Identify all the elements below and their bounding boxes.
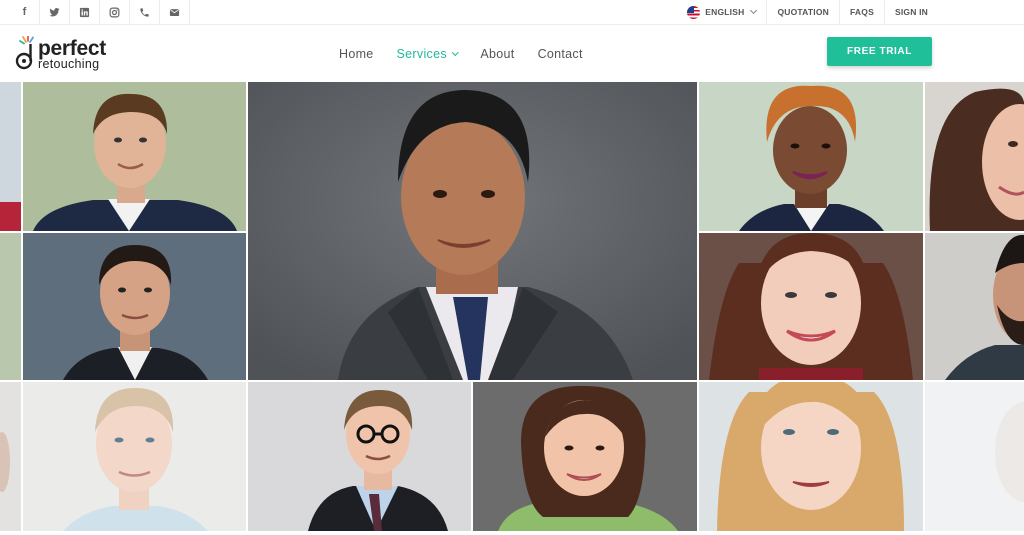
mail-link[interactable] [160,0,190,24]
facebook-link[interactable]: f [10,0,40,24]
nav-about[interactable]: About [480,47,514,61]
logo-wordmark: perfect retouching [38,38,106,71]
linkedin-link[interactable] [70,0,100,24]
chevron-down-icon [750,6,758,15]
linkedin-icon [79,7,90,17]
phone-icon [140,7,149,17]
quotation-link[interactable]: QUOTATION [766,0,839,24]
free-trial-button[interactable]: FREE TRIAL [827,37,932,66]
logo-main-text: perfect [38,36,106,60]
chevron-down-icon [451,48,459,56]
phone-link[interactable] [130,0,160,24]
nav-services-label: Services [396,46,447,61]
facebook-icon: f [22,6,27,18]
featured-portrait-photo [248,82,697,380]
nav-services[interactable]: Services [396,46,459,61]
portrait-gallery [0,82,1024,531]
logo-sub-text: retouching [38,56,100,71]
language-label: ENGLISH [705,7,745,17]
site-logo[interactable]: perfect retouching [14,36,124,72]
portrait-photo [925,382,1024,531]
us-flag-icon [687,5,701,19]
portrait-photo [23,382,246,531]
portrait-photo [23,233,246,380]
logo-mark-icon [15,36,34,70]
portrait-photo [23,82,246,231]
portrait-photo [925,233,1024,380]
social-links: f [10,0,190,24]
portrait-photo [699,233,923,380]
language-selector[interactable]: ENGLISH [677,0,766,24]
faqs-link[interactable]: FAQS [839,0,884,24]
twitter-icon [49,7,60,16]
nav-home[interactable]: Home [339,47,374,61]
portrait-photo [0,82,21,231]
sign-in-link[interactable]: SIGN IN [883,0,938,24]
main-nav: Home Services About Contact [339,25,606,82]
mail-icon [169,8,180,16]
nav-contact[interactable]: Contact [538,47,583,61]
instagram-link[interactable] [100,0,130,24]
portrait-photo [248,382,471,531]
site-header: perfect retouching Home Services About C… [0,25,1024,82]
portrait-photo [699,382,923,531]
twitter-link[interactable] [40,0,70,24]
portrait-photo [473,382,697,531]
top-bar: f ENGLISH QUOTATION FAQS SIGN IN [0,0,1024,25]
portrait-photo [925,82,1024,231]
portrait-photo [0,233,21,380]
portrait-photo [0,382,21,531]
portrait-photo [699,82,923,231]
top-links: ENGLISH QUOTATION FAQS SIGN IN [677,0,938,24]
instagram-icon [109,7,120,17]
